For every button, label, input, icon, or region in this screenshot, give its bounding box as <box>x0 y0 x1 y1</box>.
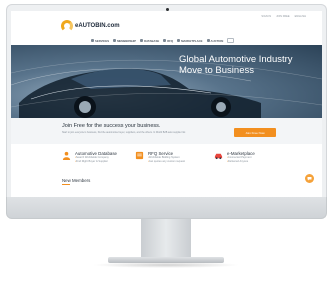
join-title: Join Free for the success your business. <box>62 123 161 129</box>
join-free-link[interactable]: JOIN FREE <box>276 15 290 18</box>
nav-database[interactable]: DATABASE <box>140 39 159 43</box>
monitor-screen: eAUTOBIN.com SIGN IN JOIN FREE ENGLISH S… <box>11 11 322 197</box>
search-icon[interactable] <box>227 38 235 43</box>
nav-label: MARKETPLACE <box>181 38 203 43</box>
rfq-icon <box>135 151 144 160</box>
nav-label: AUCTION <box>210 38 224 43</box>
top-links: SIGN IN JOIN FREE ENGLISH <box>261 15 306 18</box>
nav-services[interactable]: SERVICES <box>91 39 109 43</box>
join-button-label: Join Free Now <box>245 130 265 135</box>
monitor-chin <box>6 197 327 219</box>
gavel-icon <box>206 39 210 42</box>
car-icon <box>214 153 223 160</box>
service-line: Find Right Buyer & Supplier <box>75 160 117 164</box>
services-section: Automotive Database Search Worldwide Com… <box>11 144 322 197</box>
chat-icon <box>307 177 312 181</box>
heading-underline <box>62 184 70 185</box>
nav-rfq[interactable]: RFQ <box>163 39 173 43</box>
join-section: Join Free for the success your business.… <box>11 118 322 144</box>
language-link[interactable]: ENGLISH <box>295 15 306 18</box>
service-line: Get quotes any custom request <box>148 160 185 164</box>
document-icon <box>163 39 167 42</box>
nav-marketplace[interactable]: MARKETPLACE <box>177 38 203 43</box>
monitor-stand-neck <box>141 219 191 259</box>
chat-button[interactable] <box>305 174 314 183</box>
nav-auction[interactable]: AUCTION <box>206 38 224 43</box>
join-description: Start to join everyone’s business, find … <box>62 131 186 134</box>
service-line: Delivered Anyone <box>227 160 255 164</box>
stand-shadow <box>92 262 240 268</box>
nav-label: DATABASE <box>144 38 160 43</box>
new-members-heading: New Members <box>62 178 91 183</box>
nav-label: SERVICES <box>95 38 110 43</box>
grid-icon <box>91 39 94 42</box>
database-icon <box>62 151 71 160</box>
sign-in-link[interactable]: SIGN IN <box>261 15 271 18</box>
star-icon <box>113 39 117 42</box>
service-e-marketplace[interactable]: e-Marketplace Connected Payment Delivere… <box>214 151 255 163</box>
cart-icon <box>177 39 181 42</box>
logo-mark-icon <box>61 20 73 32</box>
hero-banner: Global Automotive Industry Move to Busin… <box>11 45 322 118</box>
logo-text: eAUTOBIN.com <box>75 23 120 29</box>
service-automotive-database[interactable]: Automotive Database Search Worldwide Com… <box>62 151 117 163</box>
main-nav: SERVICES MEMBERSHIP DATABASE RFQ MARKETP… <box>91 38 235 43</box>
hero-title: Global Automotive Industry <box>179 54 293 65</box>
nav-label: MEMBERSHIP <box>117 38 137 43</box>
people-icon <box>140 39 144 42</box>
join-free-now-button[interactable]: Join Free Now <box>234 128 276 137</box>
site-logo[interactable]: eAUTOBIN.com <box>61 20 120 32</box>
hero-subtitle: Move to Business <box>179 65 254 76</box>
nav-label: RFQ <box>167 38 174 43</box>
site-header: eAUTOBIN.com SIGN IN JOIN FREE ENGLISH S… <box>11 11 322 45</box>
service-rfq[interactable]: RFQ Service Worldwide Bidding System Get… <box>135 151 185 163</box>
nav-membership[interactable]: MEMBERSHIP <box>113 39 136 43</box>
